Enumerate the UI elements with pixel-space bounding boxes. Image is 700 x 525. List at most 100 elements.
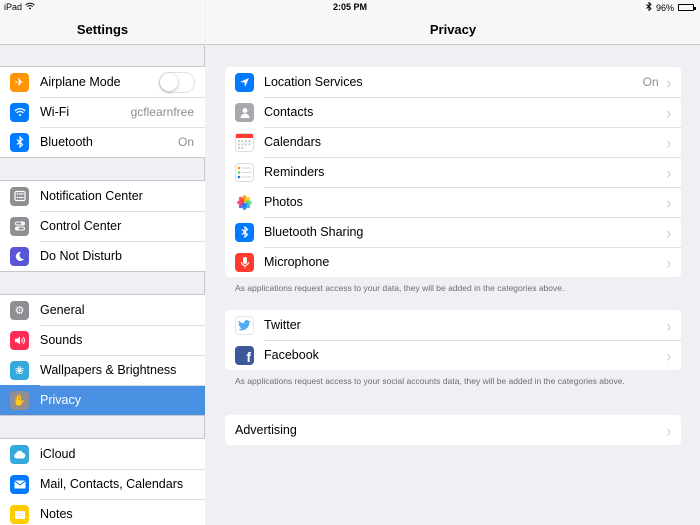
mail-icon [10,474,29,494]
contacts-row[interactable]: Contacts › [225,97,681,127]
twitter-icon [235,315,254,335]
sidebar-item-label: Wallpapers & Brightness [40,363,177,377]
cloud-icon [10,444,29,464]
sidebar-item-label: Privacy [40,393,81,407]
moon-icon [10,246,29,266]
sidebar-item-wallpapers-brightness[interactable]: ❀ Wallpapers & Brightness [0,355,205,385]
bluetooth-icon [10,132,29,152]
advertising-group: Advertising › [225,415,681,445]
airplane-mode-toggle[interactable] [159,71,195,93]
row-label: Twitter [264,318,301,332]
sidebar-item-bluetooth[interactable]: Bluetooth On [0,127,205,157]
wallpaper-icon: ❀ [10,360,29,380]
wifi-icon [10,102,29,122]
bluetooth-sharing-row[interactable]: Bluetooth Sharing › [225,217,681,247]
chevron-right-icon: › [666,132,671,152]
contacts-icon [235,102,254,122]
sidebar-item-label: Notes [40,507,73,521]
sidebar-item-notification-center[interactable]: Notification Center [0,181,205,211]
photos-icon [235,192,254,212]
battery-percent: 96% [655,2,674,13]
status-time: 2:05 PM [332,2,367,12]
page-title: Privacy [429,22,477,37]
location-services-row[interactable]: Location Services On › [225,67,681,97]
chevron-right-icon: › [666,315,671,335]
sidebar-item-label: Notification Center [40,189,143,203]
sidebar-item-general[interactable]: ⚙ General [0,295,205,325]
sidebar-item-label: Control Center [40,219,122,233]
chevron-right-icon: › [666,72,671,92]
row-label: Advertising [235,423,297,437]
sidebar-item-icloud[interactable]: iCloud [0,439,205,469]
sidebar-group-connectivity: ✈ Airplane Mode Wi-Fi gcflearnfree Bluet… [0,66,205,158]
sidebar-item-label: Bluetooth [40,135,93,149]
sidebar-item-sounds[interactable]: Sounds [0,325,205,355]
privacy-data-footnote: As applications request access to your d… [235,283,565,293]
sidebar-item-label: General [40,303,85,317]
speaker-icon [10,330,29,350]
hand-icon: ✋ [10,390,29,410]
twitter-row[interactable]: Twitter › [225,310,681,340]
location-arrow-icon [235,72,254,92]
sidebar-item-label: Sounds [40,333,83,347]
row-label: Facebook [264,348,319,362]
microphone-icon [235,252,254,272]
sidebar-group-notifications: Notification Center Control Center Do No… [0,180,205,272]
chevron-right-icon: › [666,162,671,182]
social-accounts-footnote: As applications request access to your s… [235,376,625,386]
chevron-right-icon: › [666,420,671,440]
notification-center-icon [10,186,29,206]
chevron-right-icon: › [666,222,671,242]
control-center-icon [10,216,29,236]
row-label: Reminders [264,165,325,179]
sidebar-item-mail-contacts-calendars[interactable]: Mail, Contacts, Calendars [0,469,205,499]
photos-row[interactable]: Photos › [225,187,681,217]
calendar-icon [235,132,254,152]
wifi-network-value: gcflearnfree [130,105,194,119]
row-label: Photos [264,195,303,209]
airplane-icon: ✈ [10,72,29,92]
sidebar-item-privacy[interactable]: ✋ Privacy [0,385,205,415]
sidebar-title: Settings [76,22,129,37]
row-label: Location Services [264,75,363,89]
row-label: Contacts [264,105,314,119]
toggle-knob [160,72,178,91]
status-bar-right: 96% [646,1,696,13]
row-label: Bluetooth Sharing [264,225,364,239]
chevron-right-icon: › [666,192,671,212]
privacy-permissions-group: Location Services On › Contacts › Calend… [225,67,681,277]
chevron-right-icon: › [666,252,671,272]
notes-icon [10,504,29,524]
location-services-status: On [642,75,659,89]
sidebar-item-label: Do Not Disturb [40,249,122,263]
social-accounts-group: Twitter › f Facebook › [225,310,681,370]
sidebar-item-wifi[interactable]: Wi-Fi gcflearnfree [0,97,205,127]
row-label: Calendars [264,135,321,149]
sidebar-item-label: Wi-Fi [40,105,70,119]
bluetooth-status-icon [646,1,652,13]
reminders-row[interactable]: Reminders › [225,157,681,187]
advertising-row[interactable]: Advertising › [225,415,681,445]
facebook-icon: f [235,345,254,365]
sidebar-item-label: Mail, Contacts, Calendars [40,477,184,491]
sidebar-item-label: iCloud [40,447,76,461]
bluetooth-status-value: On [177,135,194,149]
reminders-icon [235,162,254,182]
status-bar: iPad 2:05 PM 96% [0,0,700,14]
chevron-right-icon: › [666,345,671,365]
calendars-row[interactable]: Calendars › [225,127,681,157]
sidebar-group-general: ⚙ General Sounds ❀ Wallpapers & Brightne… [0,294,205,416]
row-label: Microphone [264,255,330,269]
privacy-panel: Privacy Location Services On › Contacts … [206,0,700,525]
microphone-row[interactable]: Microphone › [225,247,681,277]
sidebar-item-airplane-mode[interactable]: ✈ Airplane Mode [0,67,205,97]
chevron-right-icon: › [666,102,671,122]
settings-sidebar: Settings ✈ Airplane Mode Wi-Fi gcflearnf… [0,0,205,525]
sidebar-item-do-not-disturb[interactable]: Do Not Disturb [0,241,205,271]
gear-icon: ⚙ [10,300,29,320]
sidebar-item-label: Airplane Mode [40,75,121,89]
facebook-row[interactable]: f Facebook › [225,340,681,370]
sidebar-group-accounts: iCloud Mail, Contacts, Calendars Notes [0,438,205,525]
sidebar-item-notes[interactable]: Notes [0,499,205,525]
sidebar-item-control-center[interactable]: Control Center [0,211,205,241]
